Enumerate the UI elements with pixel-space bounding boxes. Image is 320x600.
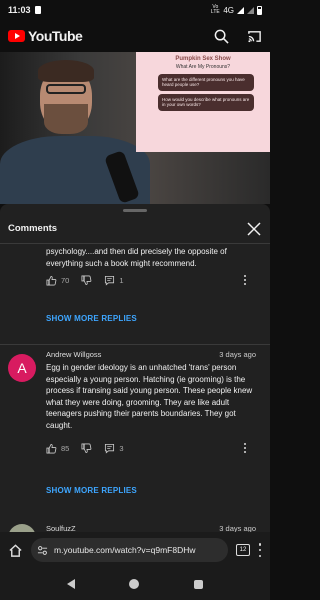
comment-text: Egg in gender ideology is an unhatched '… <box>46 363 253 430</box>
tab-switcher-button[interactable]: 12 <box>236 544 250 556</box>
back-icon[interactable] <box>67 579 76 589</box>
close-icon[interactable] <box>246 221 262 237</box>
comment-text: psychology....and then did precisely the… <box>46 247 227 268</box>
url-bar[interactable]: m.youtube.com/watch?v=q9mF8DHw <box>31 538 228 562</box>
comment-meta: SoulfuzZ 3 days ago <box>46 524 256 532</box>
show-more-replies-button[interactable]: SHOW MORE REPLIES <box>46 314 137 323</box>
avatar[interactable]: A <box>8 354 36 382</box>
video-player[interactable]: Pumpkin Sex Show What Are My Pronouns? W… <box>0 52 270 204</box>
home-icon[interactable] <box>8 543 23 558</box>
app-header: YouTube <box>0 20 270 52</box>
comment-meta: Andrew Willgoss 3 days ago <box>46 350 256 359</box>
system-nav-bar <box>0 568 270 600</box>
comment-actions: 85 3 <box>46 442 250 454</box>
more-options-icon[interactable] <box>240 274 250 286</box>
drag-handle[interactable] <box>123 209 147 212</box>
comments-header: Comments <box>0 214 270 244</box>
more-options-icon[interactable] <box>240 442 250 454</box>
search-icon[interactable] <box>214 29 229 44</box>
comments-title: Comments <box>8 223 58 234</box>
comment-actions: 70 1 <box>46 274 250 286</box>
home-nav-icon[interactable] <box>129 579 140 589</box>
youtube-logo-text[interactable]: YouTube <box>28 28 83 44</box>
network-type: 4G <box>223 5 234 15</box>
cast-icon[interactable] <box>247 29 262 44</box>
video-person-hair <box>38 60 94 82</box>
thumbs-down-icon[interactable] <box>81 443 92 454</box>
sim-card-icon <box>34 6 41 14</box>
avatar[interactable] <box>8 524 36 532</box>
comment-divider <box>0 344 270 345</box>
overlay-title: Pumpkin Sex Show <box>175 56 231 62</box>
overlay-bubble: How would you describe what pronouns are… <box>158 93 254 111</box>
browser-toolbar: m.youtube.com/watch?v=q9mF8DHw 12 <box>0 532 270 568</box>
reply-icon[interactable] <box>104 275 115 286</box>
like-count: 70 <box>61 275 70 285</box>
comment-time: 3 days ago <box>219 350 256 359</box>
show-more-replies-button[interactable]: SHOW MORE REPLIES <box>46 486 137 495</box>
overlay-bubble: What are the different pronouns you have… <box>158 74 254 91</box>
signal-icon <box>237 6 244 14</box>
youtube-logo-icon[interactable] <box>8 30 25 42</box>
video-person-glasses <box>46 84 86 94</box>
comments-sheet: Comments psychology....and then did prec… <box>0 204 270 532</box>
reply-count: 3 <box>119 443 124 453</box>
status-indicators: Vo LTE 4G <box>210 5 262 15</box>
battery-icon <box>257 5 262 15</box>
comment-time: 3 days ago <box>219 524 256 532</box>
status-bar: 11:03 Vo LTE 4G <box>0 0 270 20</box>
avatar-letter: A <box>17 360 27 376</box>
signal-secondary-icon <box>247 6 254 14</box>
tab-count: 12 <box>239 547 247 553</box>
header-actions <box>214 29 262 44</box>
video-overlay-card: Pumpkin Sex Show What Are My Pronouns? W… <box>136 52 270 152</box>
volte-label: Vo LTE <box>210 4 220 15</box>
comments-list[interactable]: psychology....and then did precisely the… <box>0 244 270 532</box>
comment-author[interactable]: SoulfuzZ <box>46 524 76 532</box>
reply-count: 1 <box>119 275 124 285</box>
site-settings-icon[interactable] <box>37 545 48 556</box>
url-text[interactable]: m.youtube.com/watch?v=q9mF8DHw <box>54 545 196 555</box>
reply-icon[interactable] <box>104 443 115 454</box>
like-count: 85 <box>61 443 70 453</box>
recent-apps-icon[interactable] <box>193 579 203 589</box>
status-time: 11:03 <box>8 5 31 15</box>
video-person-beard <box>44 104 88 134</box>
thumbs-up-icon[interactable] <box>46 275 57 286</box>
browser-menu-icon[interactable] <box>258 543 262 557</box>
comment-author[interactable]: Andrew Willgoss <box>46 350 101 359</box>
overlay-subtitle: What Are My Pronouns? <box>175 64 231 70</box>
thumbs-up-icon[interactable] <box>46 443 57 454</box>
thumbs-down-icon[interactable] <box>81 275 92 286</box>
